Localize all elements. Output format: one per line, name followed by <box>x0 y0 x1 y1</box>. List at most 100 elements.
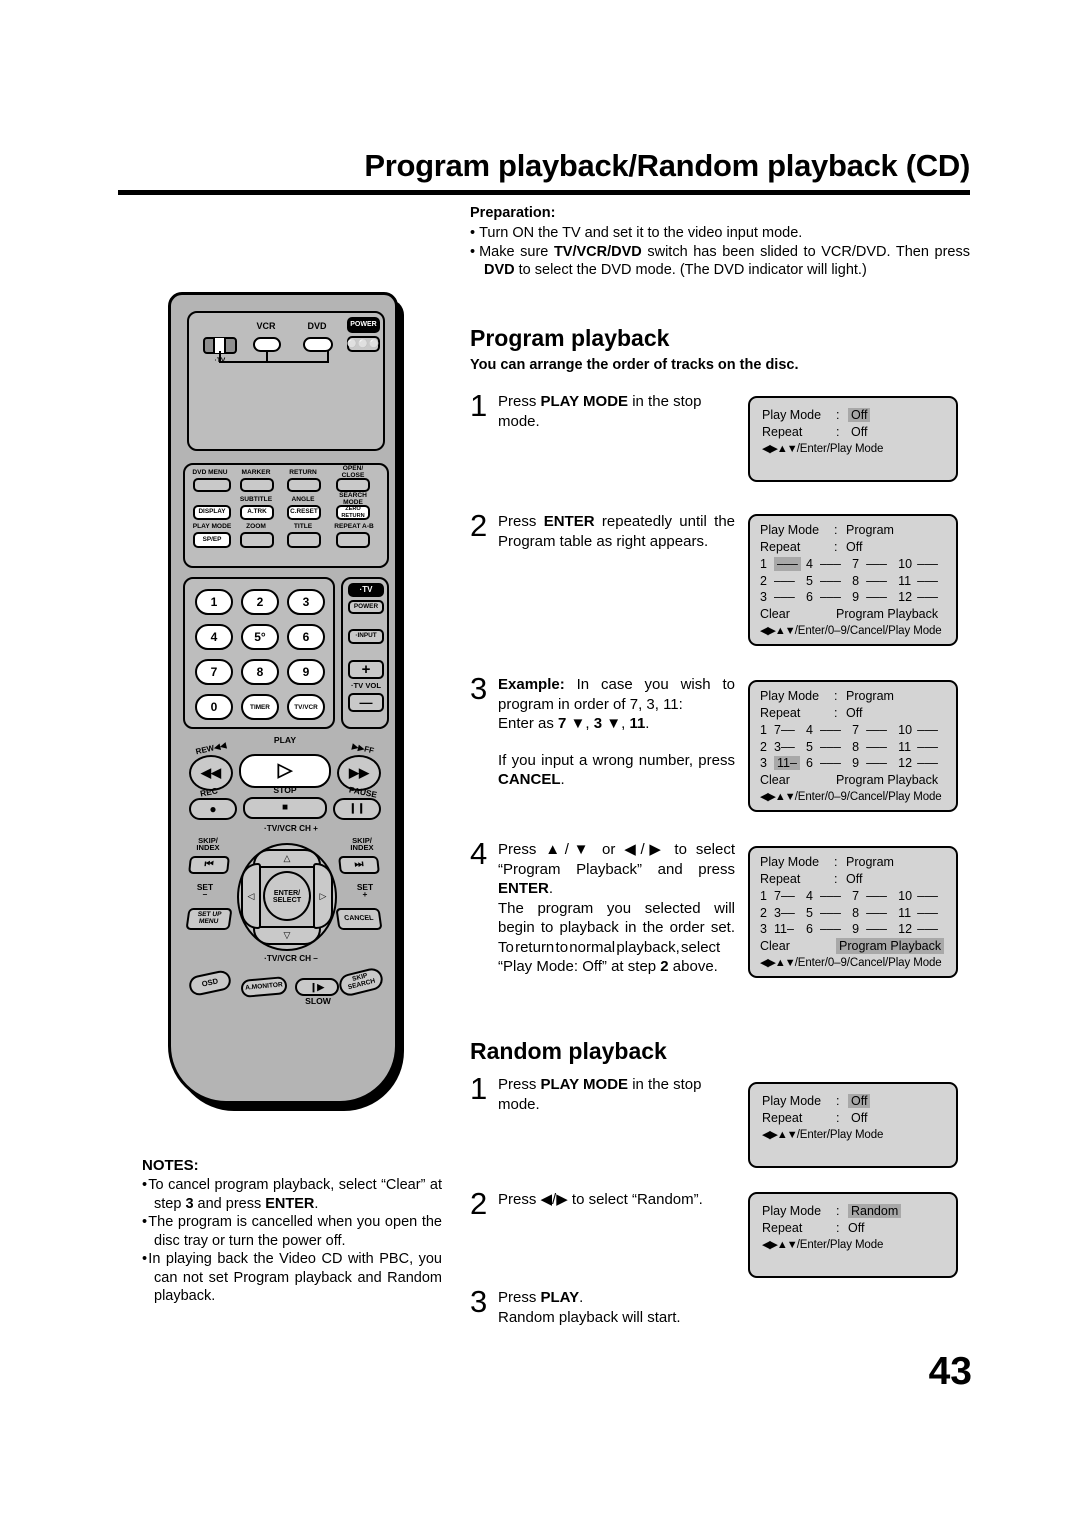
stop-button[interactable]: ■ <box>243 797 327 819</box>
remote-top-panel: ·TV VCR DVD POWER ⚪⚪⚪ <box>187 311 385 451</box>
notes-heading: NOTES: <box>142 1157 199 1174</box>
power-button[interactable]: ⚪⚪⚪ <box>347 336 380 352</box>
slot-index: 2 <box>760 739 767 754</box>
osd-colon: : <box>836 1094 840 1108</box>
slot-index: 6 <box>806 590 813 604</box>
osd-colon: : <box>836 1204 840 1218</box>
step-text: Press ENTER repeatedly until the Program… <box>498 513 736 550</box>
program-slot: 5 ––– <box>806 739 852 756</box>
remote-transport-area: PLAY REW◀◀ ▶▶FF ◀◀ ▷ ▶▶ REC STOP PAUSE ●… <box>183 735 389 820</box>
record-button[interactable]: ● <box>189 798 237 820</box>
program-slot: 10 ––– <box>898 722 948 739</box>
skip-search-button[interactable]: SKIP SEARCH <box>336 966 386 998</box>
osd-screen-6: Play Mode: Random Repeat: Off ◀▶▲▼/Enter/P… <box>748 1192 958 1278</box>
marker-button[interactable] <box>240 478 274 492</box>
display-button[interactable]: DISPLAY <box>193 505 231 520</box>
skip-forward-button[interactable]: ⏭ <box>338 856 380 874</box>
slot-value: 11– <box>774 922 794 936</box>
tv-vol-up-button[interactable]: + <box>348 660 384 679</box>
slot-value: 7–– <box>774 723 795 737</box>
tv-vcr-ch-down-label: ·TV/VCR CH – <box>264 954 318 963</box>
slot-index: 12 <box>898 922 913 936</box>
zoom-button[interactable] <box>240 532 274 548</box>
open-close-button[interactable] <box>336 478 370 492</box>
osd-button[interactable]: OSD <box>187 968 233 998</box>
osd-colon: : <box>836 424 840 439</box>
number-4-button[interactable]: 4 <box>195 624 233 650</box>
page-number: 43 <box>928 1350 972 1393</box>
dpad-up-button[interactable]: △ <box>253 849 321 868</box>
osd-screen-3: Play Mode: Program Repeat: Off 1 7–– 4 ––– 7… <box>748 680 958 812</box>
osd-repeat-label: Repeat <box>762 1110 803 1125</box>
dpad-down-button[interactable]: ▽ <box>253 926 321 945</box>
number-5-button[interactable]: 5° <box>241 624 279 650</box>
preparation-item-text: Make sure TV/VCR/DVD switch has been sli… <box>479 243 970 279</box>
osd-repeat-value: Off <box>846 871 863 886</box>
skip-back-button[interactable]: ⏮ <box>188 856 230 874</box>
osd-repeat-value: Off <box>848 1220 865 1235</box>
number-6-button[interactable]: 6 <box>287 624 325 650</box>
program-playback-subheading: You can arrange the order of tracks on t… <box>470 357 799 373</box>
osd-repeat-value: Off <box>846 705 863 720</box>
number-2-button[interactable]: 2 <box>241 589 279 615</box>
slot-index: 8 <box>852 739 860 754</box>
number-1-button[interactable]: 1 <box>195 589 233 615</box>
a-monitor-button[interactable]: A.MONITOR <box>240 976 288 998</box>
slot-value: ––– <box>820 905 841 920</box>
step-number: 2 <box>470 1186 488 1221</box>
table-row: 1 ––– 4 ––– 7 ––– 10 ––– <box>760 556 948 573</box>
title-label: TITLE <box>293 523 313 530</box>
remote-dpad-area: ·TV/VCR CH + ·TV/VCR CH – SKIP/INDEX SKI… <box>183 824 389 975</box>
number-8-button[interactable]: 8 <box>241 659 279 685</box>
table-row: 2 3–– 5 ––– 8 ––– 11 ––– <box>760 739 948 756</box>
vcr-button[interactable] <box>253 337 281 352</box>
number-9-button[interactable]: 9 <box>287 659 325 685</box>
c-reset-button[interactable]: C.RESET <box>287 505 321 520</box>
number-7-button[interactable]: 7 <box>195 659 233 685</box>
osd-screen-1: Play Mode: Off Repeat: Off ◀▶▲▼/Enter/Play… <box>748 396 958 482</box>
return-button[interactable] <box>287 478 321 492</box>
tv-vol-down-button[interactable]: — <box>348 693 384 712</box>
title-button[interactable] <box>287 532 321 548</box>
osd-play-mode-row: Play Mode: Program <box>760 854 948 871</box>
a-trk-button[interactable]: A.TRK <box>240 505 274 520</box>
osd-hint-text: /Enter/0–9/Cancel/Play Mode <box>794 625 942 637</box>
play-label: PLAY <box>273 735 297 745</box>
program-slot: 9 ––– <box>852 589 898 606</box>
slot-value: ––– <box>820 739 841 754</box>
play-button[interactable]: ▷ <box>239 754 331 788</box>
slot-value: ––– <box>820 573 841 588</box>
preparation-item: • Make sure TV/VCR/DVD switch has been sl… <box>470 243 970 280</box>
program-table: 1 7–– 4 ––– 7 ––– 10 ––– 2 3–– 5 ––– 8 ––– 11 ––… <box>760 722 948 772</box>
osd-play-mode-value: Program <box>846 689 894 703</box>
slot-value: ––– <box>820 922 841 936</box>
slow-button[interactable]: ❙▶ <box>295 978 339 996</box>
osd-play-mode-value: Program <box>846 523 894 537</box>
dvd-menu-button[interactable] <box>193 478 231 492</box>
cancel-button[interactable]: CANCEL <box>335 908 383 930</box>
dpad-right-button[interactable]: ▷ <box>313 863 333 929</box>
timer-button[interactable]: TIMER <box>241 694 279 720</box>
program-slot: 2 ––– <box>760 573 806 590</box>
repeat-ab-button[interactable] <box>336 532 370 548</box>
setup-menu-button[interactable]: SET UP MENU <box>185 908 233 930</box>
dpad-left-button[interactable]: ◁ <box>241 863 261 929</box>
arrow-keys-icon: ◀▶▲▼ <box>762 443 798 455</box>
tv-power-button[interactable]: POWER <box>348 600 384 614</box>
number-0-button[interactable]: 0 <box>195 694 233 720</box>
program-slot: 7 ––– <box>852 722 898 739</box>
zoom-label: ZOOM <box>246 523 266 530</box>
step-number: 1 <box>470 388 488 423</box>
zero-return-button[interactable]: ZERO RETURN <box>336 505 370 520</box>
dvd-button[interactable] <box>303 337 333 352</box>
pause-button[interactable]: ❙❙ <box>333 798 381 820</box>
tv-input-button[interactable]: · INPUT <box>348 629 384 644</box>
osd-repeat-label: Repeat <box>760 871 801 886</box>
note-item: • To cancel program playback, select “Cl… <box>142 1176 442 1213</box>
sp-ep-button[interactable]: SP/EP <box>193 532 231 548</box>
enter-select-button[interactable]: ENTER/SELECT <box>263 871 311 921</box>
number-3-button[interactable]: 3 <box>287 589 325 615</box>
program-slot: 12 ––– <box>898 921 948 938</box>
tv-vcr-button[interactable]: TV/VCR <box>287 694 325 720</box>
osd-play-mode-row: Play Mode: Program <box>760 688 948 705</box>
